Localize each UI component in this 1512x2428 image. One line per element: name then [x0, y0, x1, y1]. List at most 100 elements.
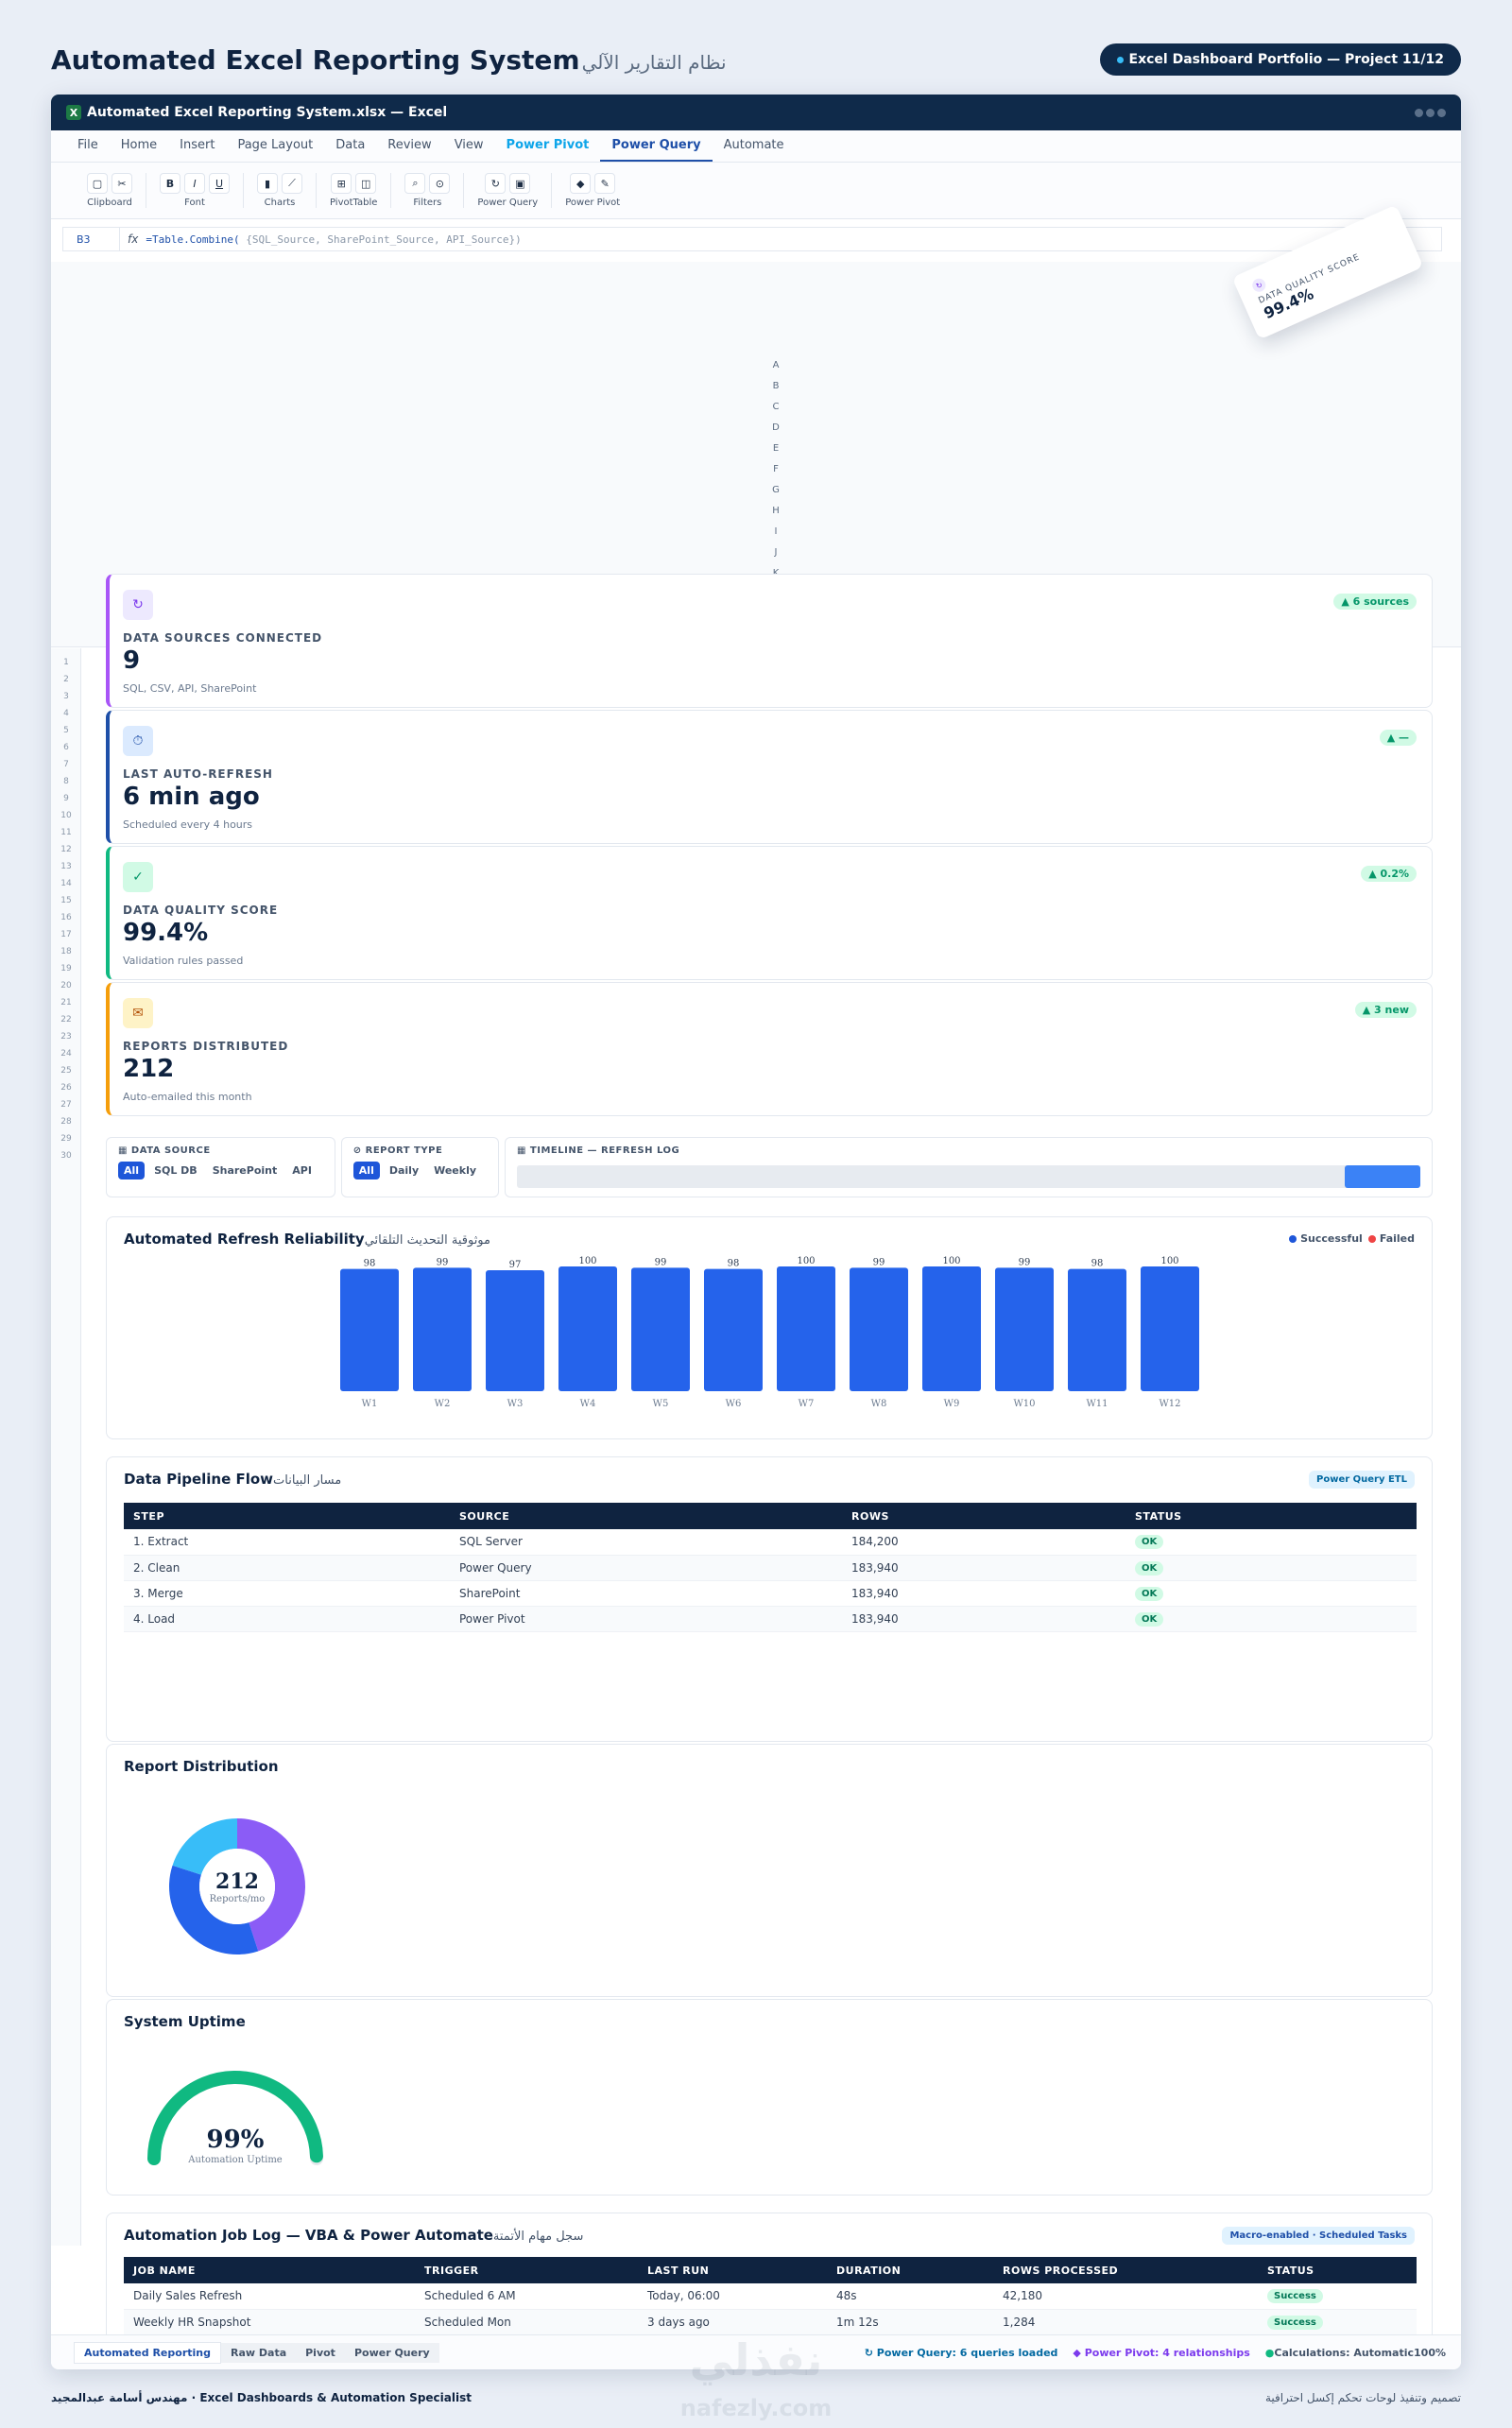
menu-tab-home[interactable]: Home	[110, 130, 168, 162]
bar-w8[interactable]	[850, 1267, 908, 1391]
kpi-card-reports-distributed[interactable]: ✉ ▲ 3 new REPORTS DISTRIBUTED 212 Auto-e…	[106, 982, 1433, 1116]
row-number[interactable]: 5	[51, 726, 81, 735]
row-number[interactable]: 29	[51, 1134, 81, 1144]
bar-w11[interactable]	[1068, 1268, 1126, 1391]
slicer-option-all[interactable]: All	[352, 1162, 380, 1180]
column-letter[interactable]: J	[770, 547, 782, 558]
bar-w1[interactable]	[340, 1268, 399, 1391]
column-header[interactable]: LAST RUN	[638, 2257, 827, 2283]
slicer-option-daily[interactable]: Daily	[384, 1162, 424, 1180]
bar-chart-icon[interactable]: ▮	[257, 173, 278, 194]
sheet-tab-pivot[interactable]: Pivot	[296, 2342, 345, 2363]
row-number[interactable]: 9	[51, 794, 81, 803]
row-number[interactable]: 25	[51, 1066, 81, 1076]
row-number[interactable]: 16	[51, 913, 81, 922]
menu-tab-insert[interactable]: Insert	[168, 130, 226, 162]
row-number[interactable]: 10	[51, 811, 81, 820]
column-header[interactable]: ROWS PROCESSED	[993, 2257, 1258, 2283]
menu-tab-review[interactable]: Review	[376, 130, 442, 162]
bar-w9[interactable]	[922, 1266, 981, 1391]
row-number[interactable]: 14	[51, 879, 81, 888]
column-header[interactable]: STEP	[124, 1503, 450, 1529]
column-letter[interactable]: D	[770, 422, 782, 433]
row-number[interactable]: 19	[51, 964, 81, 973]
slicer-option-all[interactable]: All	[118, 1162, 146, 1180]
table-row[interactable]: Daily Sales Refresh Scheduled 6 AM Today, …	[124, 2283, 1417, 2310]
table-row[interactable]: 1. Extract SQL Server 184,200 OK	[124, 1529, 1417, 1556]
bar-w5[interactable]	[631, 1267, 690, 1391]
column-letter[interactable]: G	[770, 485, 782, 495]
bar-w10[interactable]	[995, 1267, 1054, 1391]
cell-reference-box[interactable]: B3	[63, 228, 120, 250]
pivot-field-icon[interactable]: ◫	[355, 173, 377, 194]
timeline-selection-handle[interactable]	[1345, 1165, 1420, 1188]
status-zoom[interactable]: 100%	[1414, 2347, 1446, 2359]
window-control-dot[interactable]	[1426, 108, 1435, 117]
row-number[interactable]: 6	[51, 743, 81, 752]
menu-tab-page-layout[interactable]: Page Layout	[226, 130, 324, 162]
window-control-dot[interactable]	[1437, 108, 1446, 117]
kpi-card-data-sources[interactable]: ↻ ▲ 6 sources DATA SOURCES CONNECTED 9 S…	[106, 574, 1433, 708]
column-letter[interactable]: E	[770, 443, 782, 454]
column-header[interactable]: ROWS	[842, 1503, 1125, 1529]
column-letter[interactable]: I	[770, 526, 782, 537]
column-header[interactable]: STATUS	[1258, 2257, 1417, 2283]
menu-tab-automate[interactable]: Automate	[713, 130, 796, 162]
table-row[interactable]: 2. Clean Power Query 183,940 OK	[124, 1555, 1417, 1581]
column-letter[interactable]: A	[770, 360, 782, 370]
slicer-option-weekly[interactable]: Weekly	[428, 1162, 482, 1180]
row-number[interactable]: 17	[51, 930, 81, 939]
row-number[interactable]: 23	[51, 1032, 81, 1042]
row-number[interactable]: 4	[51, 709, 81, 718]
column-letter[interactable]: B	[770, 381, 782, 391]
bar-w2[interactable]	[413, 1267, 472, 1391]
table-row[interactable]: 3. Merge SharePoint 183,940 OK	[124, 1580, 1417, 1607]
column-letter[interactable]: H	[770, 506, 782, 516]
row-number[interactable]: 3	[51, 692, 81, 701]
sheet-tab-power-query[interactable]: Power Query	[344, 2342, 439, 2363]
menu-tab-data[interactable]: Data	[324, 130, 376, 162]
row-number[interactable]: 22	[51, 1015, 81, 1025]
menu-tab-power-pivot[interactable]: Power Pivot	[495, 130, 601, 162]
menu-tab-file[interactable]: File	[66, 130, 110, 162]
sheet-tab-automated-reporting[interactable]: Automated Reporting	[74, 2341, 221, 2364]
column-header[interactable]: DURATION	[827, 2257, 993, 2283]
row-number[interactable]: 27	[51, 1100, 81, 1110]
paste-icon[interactable]: ▢	[87, 173, 108, 194]
bar-w4[interactable]	[558, 1266, 617, 1391]
row-number[interactable]: 8	[51, 777, 81, 786]
row-number[interactable]: 13	[51, 862, 81, 871]
row-number[interactable]: 2	[51, 675, 81, 684]
row-number[interactable]: 7	[51, 760, 81, 769]
row-number[interactable]: 26	[51, 1083, 81, 1093]
slicer-option-sql[interactable]: SQL DB	[148, 1162, 203, 1180]
diamond-icon[interactable]: ◆	[570, 173, 592, 194]
column-letter[interactable]: C	[770, 402, 782, 412]
row-number[interactable]: 1	[51, 658, 81, 667]
row-number[interactable]: 21	[51, 998, 81, 1007]
menu-tab-view[interactable]: View	[443, 130, 495, 162]
bar-w12[interactable]	[1141, 1266, 1199, 1391]
formula-input[interactable]: =Table.Combine( {SQL_Source, SharePoint_…	[146, 233, 521, 246]
line-chart-icon[interactable]: ⟋	[282, 173, 302, 194]
column-header[interactable]: SOURCE	[450, 1503, 842, 1529]
sheet-tab-raw-data[interactable]: Raw Data	[221, 2342, 297, 2363]
underline-icon[interactable]: U	[209, 173, 230, 194]
row-number[interactable]: 24	[51, 1049, 81, 1059]
bold-icon[interactable]: B	[160, 173, 180, 194]
row-number[interactable]: 11	[51, 828, 81, 837]
table-row[interactable]: 4. Load Power Pivot 183,940 OK	[124, 1606, 1417, 1632]
bar-w7[interactable]	[777, 1266, 835, 1391]
column-header[interactable]: TRIGGER	[415, 2257, 638, 2283]
kpi-card-data-quality[interactable]: ✓ ▲ 0.2% DATA QUALITY SCORE 99.4% Valida…	[106, 846, 1433, 980]
bar-w6[interactable]	[704, 1268, 763, 1391]
timeline-track[interactable]	[517, 1165, 1420, 1188]
window-controls[interactable]	[1415, 108, 1446, 117]
row-number[interactable]: 18	[51, 947, 81, 956]
edit-icon[interactable]: ✎	[594, 173, 616, 194]
column-letter[interactable]: F	[770, 464, 782, 474]
row-number[interactable]: 30	[51, 1151, 81, 1161]
save-icon[interactable]: ▣	[509, 173, 531, 194]
cut-icon[interactable]: ✂	[112, 173, 132, 194]
bar-w3[interactable]	[486, 1269, 544, 1391]
